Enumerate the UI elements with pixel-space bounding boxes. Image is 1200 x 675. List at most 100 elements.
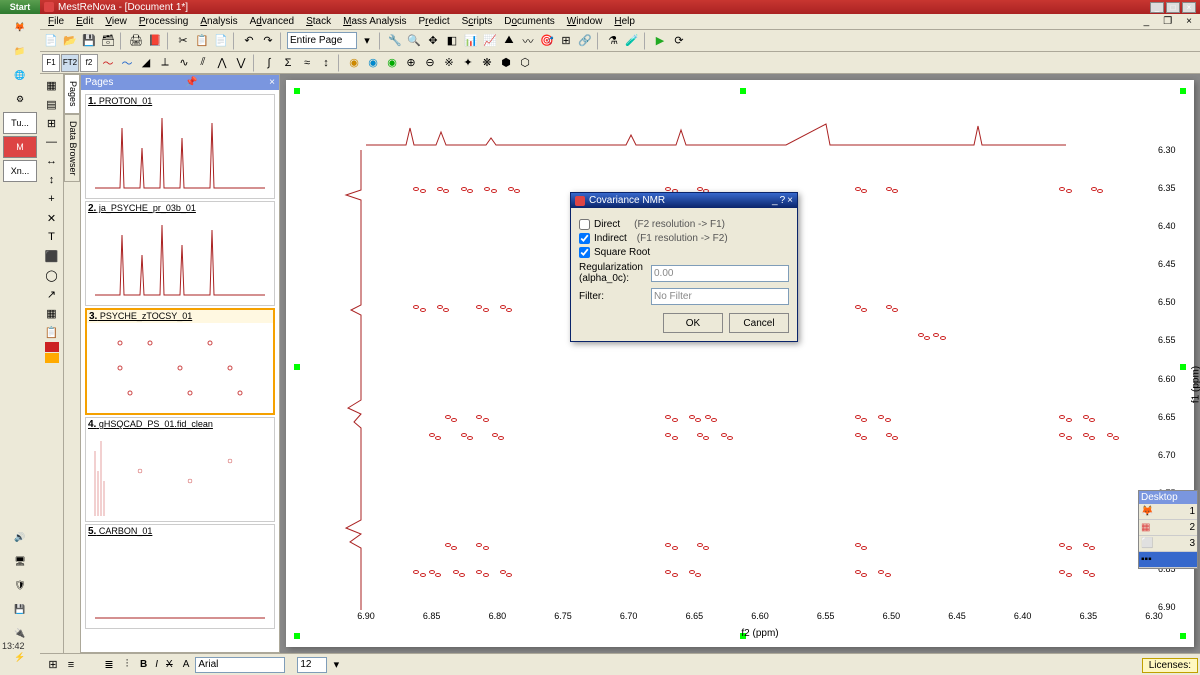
ft1-button[interactable]: F1 (42, 54, 60, 72)
tool-icon[interactable]: 🔗 (576, 32, 594, 50)
font-select[interactable] (195, 657, 285, 673)
tool-icon[interactable]: 〰 (519, 32, 537, 50)
color-icon[interactable] (45, 353, 59, 363)
align-icon[interactable]: ≣ (100, 656, 118, 674)
app-shortcut[interactable]: 📁 (3, 40, 37, 62)
tool-icon[interactable]: ⟳ (670, 32, 688, 50)
start-button[interactable]: Start (0, 0, 40, 14)
proc-icon[interactable]: ≈ (298, 54, 316, 72)
print-icon[interactable]: 🖨 (127, 32, 145, 50)
filter-select[interactable] (651, 288, 789, 305)
spectrum-canvas[interactable]: f2 (ppm) 6.906.856.806.756.706.656.606.5… (280, 74, 1200, 653)
tool-icon[interactable]: ◯ (43, 266, 61, 284)
tab-databrowser[interactable]: Data Browser (64, 114, 80, 183)
cancel-button[interactable]: Cancel (729, 313, 789, 333)
tool-icon[interactable]: 📈 (481, 32, 499, 50)
tool-icon[interactable]: ⊞ (557, 32, 575, 50)
proc-icon[interactable]: ⬢ (497, 54, 515, 72)
proc-icon[interactable]: ❋ (478, 54, 496, 72)
app-shortcut[interactable]: Tu... (3, 112, 37, 134)
tool-icon[interactable]: ⚗ (604, 32, 622, 50)
pages-close-icon[interactable]: × (269, 77, 275, 88)
tool-icon[interactable]: 📊 (462, 32, 480, 50)
color-icon[interactable] (45, 342, 59, 352)
proc-icon[interactable]: 〜 (118, 54, 136, 72)
proc-icon[interactable]: ⋀ (213, 54, 231, 72)
dialog-close-icon[interactable]: × (787, 195, 793, 206)
proc-icon[interactable]: Σ (279, 54, 297, 72)
tool-icon[interactable]: ✥ (424, 32, 442, 50)
sb-icon[interactable]: ⊞ (44, 656, 62, 674)
menu-help[interactable]: Help (608, 15, 641, 28)
dialog-titlebar[interactable]: Covariance NMR _ ? × (571, 193, 797, 208)
tool-icon[interactable]: 🔧 (386, 32, 404, 50)
page-thumb[interactable]: 5. CARBON_01 (85, 524, 275, 629)
app-shortcut[interactable]: Xn... (3, 160, 37, 182)
proc-icon[interactable]: ✦ (459, 54, 477, 72)
tray-icon[interactable]: 🛡 (3, 574, 37, 596)
proc-icon[interactable]: ⟂ (156, 54, 174, 72)
tool-icon[interactable]: 🎯 (538, 32, 556, 50)
ft2-button[interactable]: FT2 (61, 54, 79, 72)
proc-icon[interactable]: 〜 (99, 54, 117, 72)
close-button[interactable]: × (1182, 2, 1196, 13)
menu-view[interactable]: View (99, 15, 133, 28)
tool-icon[interactable]: T (43, 228, 61, 246)
sqrt-checkbox[interactable] (579, 247, 590, 258)
menu-processing[interactable]: Processing (133, 15, 194, 28)
tool-icon[interactable]: + (43, 190, 61, 208)
menu-documents[interactable]: Documents (498, 15, 561, 28)
proc-icon[interactable]: ⊖ (421, 54, 439, 72)
maximize-button[interactable]: □ (1166, 2, 1180, 13)
proc-icon[interactable]: ◢ (137, 54, 155, 72)
dialog-help-icon[interactable]: ? (780, 195, 786, 206)
page-thumb[interactable]: 1. PROTON_01 (85, 94, 275, 199)
tool-icon[interactable]: ↗ (43, 285, 61, 303)
tool-icon[interactable]: ▦ (43, 76, 61, 94)
tool-icon[interactable]: ▤ (43, 95, 61, 113)
license-badge[interactable]: Licenses: (1142, 658, 1198, 673)
proc-icon[interactable]: ⫽ (194, 54, 212, 72)
menu-window[interactable]: Window (561, 15, 609, 28)
undo-icon[interactable]: ↶ (240, 32, 258, 50)
tab-pages[interactable]: Pages (64, 74, 80, 114)
tool-icon[interactable]: 📋 (43, 323, 61, 341)
pdf-icon[interactable]: 📕 (146, 32, 164, 50)
menu-advanced[interactable]: Advanced (244, 15, 300, 28)
proc-icon[interactable]: ◉ (383, 54, 401, 72)
minimize-button[interactable]: _ (1150, 2, 1164, 13)
page-thumb[interactable]: 2. ja_PSYCHE_pr_03b_01 (85, 201, 275, 306)
proc-icon[interactable]: ↕ (317, 54, 335, 72)
tool-icon[interactable]: — (43, 133, 61, 151)
redo-icon[interactable]: ↷ (259, 32, 277, 50)
align-icon[interactable]: ⫶ (118, 656, 136, 674)
menu-edit[interactable]: Edit (70, 15, 99, 28)
cut-icon[interactable]: ✂ (174, 32, 192, 50)
page-thumb[interactable]: 3. PSYCHE_zTOCSY_01 (85, 308, 275, 415)
proc-icon[interactable]: ◉ (364, 54, 382, 72)
new-icon[interactable]: 📄 (42, 32, 60, 50)
tool-icon[interactable]: ✕ (43, 209, 61, 227)
sb-icon[interactable]: ▾ (327, 656, 345, 674)
menu-mass[interactable]: Mass Analysis (337, 15, 412, 28)
save-icon[interactable]: 💾 (80, 32, 98, 50)
tool-icon[interactable]: ◧ (443, 32, 461, 50)
open-icon[interactable]: 📂 (61, 32, 79, 50)
saveall-icon[interactable]: 🗃 (99, 32, 117, 50)
app-shortcut[interactable]: ⚙ (3, 88, 37, 110)
paste-icon[interactable]: 📄 (212, 32, 230, 50)
menu-file[interactable]: File (42, 15, 70, 28)
proc-icon[interactable]: ◉ (345, 54, 363, 72)
direct-checkbox[interactable] (579, 219, 590, 230)
play-icon[interactable]: ▶ (651, 32, 669, 50)
tool-icon[interactable]: ⬛ (43, 247, 61, 265)
regularization-input[interactable] (651, 265, 789, 282)
mdi-minimize[interactable]: _ (1138, 15, 1156, 28)
tray-icon[interactable]: 🔊 (3, 526, 37, 548)
app-shortcut[interactable]: 🌐 (3, 64, 37, 86)
tray-icon[interactable]: 💾 (3, 598, 37, 620)
pages-pin-icon[interactable]: 📌 (185, 77, 197, 88)
proc-icon[interactable]: ⋁ (232, 54, 250, 72)
mdi-restore[interactable]: ❐ (1157, 15, 1178, 28)
tool-icon[interactable]: ↔ (43, 152, 61, 170)
